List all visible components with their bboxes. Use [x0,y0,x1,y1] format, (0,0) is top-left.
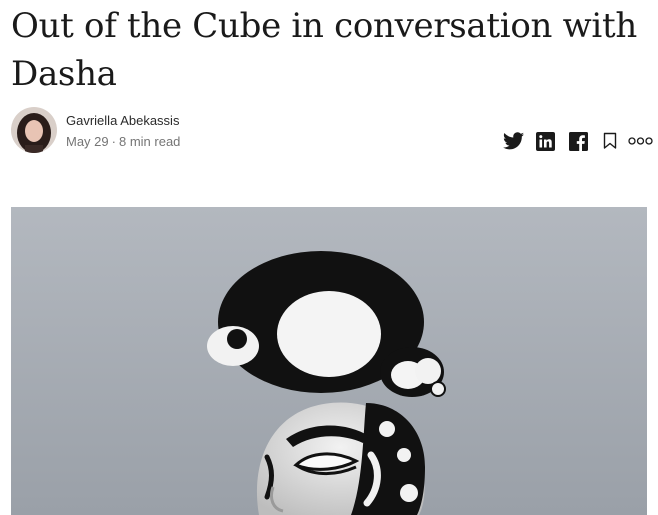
twitter-icon [503,132,524,150]
meta-separator: · [111,134,116,149]
post-date: May 29 [66,134,109,149]
hero-image [11,207,647,515]
avatar-image [11,107,57,153]
author-name[interactable]: Gavriella Abekassis [66,113,179,128]
linkedin-share-button[interactable] [536,130,555,152]
linkedin-icon [536,131,555,151]
author-avatar[interactable] [11,107,57,153]
read-time: 8 min read [118,134,181,149]
more-icon [628,137,653,145]
facebook-icon [569,131,588,151]
bookmark-button[interactable] [603,130,617,152]
twitter-share-button[interactable] [503,130,524,152]
article-title: Out of the Cube in conversation with Das… [11,6,637,94]
hero-illustration [11,207,647,515]
bookmark-icon [603,132,617,149]
post-meta: May 29 · 8 min read [66,134,180,149]
more-options-button[interactable] [628,130,653,152]
facebook-share-button[interactable] [569,130,588,152]
